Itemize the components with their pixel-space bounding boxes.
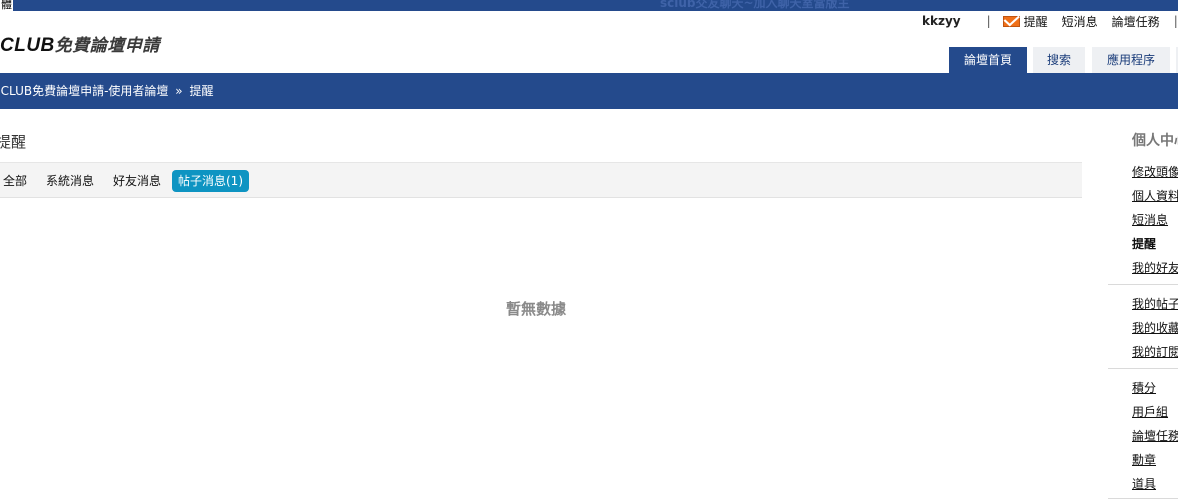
breadcrumb-root[interactable]: SCLUB免費論壇申請-使用者論壇	[0, 84, 168, 98]
tab-apps[interactable]: 應用程序	[1092, 47, 1170, 73]
sidebar-item-avatar[interactable]: 修改頭像	[1132, 163, 1178, 180]
page-title: 提醒	[0, 133, 27, 151]
site-logo[interactable]: CLUB免費論壇申請	[0, 31, 160, 57]
nav-separator: |	[1173, 14, 1178, 28]
username-link[interactable]: kkzyy	[922, 14, 961, 28]
sidebar-item-credits[interactable]: 積分	[1132, 379, 1156, 396]
filter-system[interactable]: 系統消息	[46, 170, 94, 192]
breadcrumb-arrow: »	[175, 84, 183, 98]
user-nav: kkzyy | 提醒 短消息 論壇任務 |	[922, 12, 1178, 30]
filter-all[interactable]: 全部	[3, 170, 27, 192]
sidebar-item-friends[interactable]: 我的好友	[1132, 259, 1178, 276]
sidebar-item-posts[interactable]: 我的帖子	[1132, 295, 1178, 312]
sidebar-divider	[1108, 368, 1178, 369]
sidebar-item-tasks[interactable]: 論壇任務	[1132, 427, 1178, 444]
filter-friend[interactable]: 好友消息	[113, 170, 161, 192]
filter-tabs: 全部 系統消息 好友消息 帖子消息(1)	[0, 162, 1082, 198]
logo-brand: CLUB	[0, 35, 55, 56]
remind-label: 提醒	[1023, 14, 1048, 29]
tab-forum-home[interactable]: 論壇首頁	[949, 47, 1027, 73]
sidebar-item-usergroup[interactable]: 用戶組	[1132, 403, 1168, 420]
announcement-marquee[interactable]: sclub交友聊天~加入聊天室當版主	[660, 0, 850, 10]
nav-separator: |	[986, 14, 991, 28]
top-strip-text: 體	[0, 0, 13, 11]
sidebar-item-pm[interactable]: 短消息	[1132, 211, 1168, 228]
sidebar-item-subscriptions[interactable]: 我的訂閱	[1132, 343, 1178, 360]
sidebar-divider	[1108, 498, 1178, 499]
breadcrumb-current: 提醒	[189, 84, 214, 98]
sidebar-item-props[interactable]: 道具	[1132, 475, 1156, 492]
breadcrumb: SCLUB免費論壇申請-使用者論壇 » 提醒	[0, 73, 1178, 109]
tasks-link[interactable]: 論壇任務	[1112, 13, 1160, 30]
pm-link[interactable]: 短消息	[1062, 13, 1098, 30]
tab-search[interactable]: 搜索	[1033, 47, 1085, 73]
sidebar-item-medals[interactable]: 勳章	[1132, 451, 1156, 468]
sidebar-item-remind[interactable]: 提醒	[1132, 235, 1156, 252]
logo-text: 免費論壇申請	[54, 36, 160, 56]
sidebar-divider	[1108, 284, 1178, 285]
mail-icon	[1002, 15, 1020, 27]
sidebar-item-favorites[interactable]: 我的收藏	[1132, 319, 1178, 336]
top-strip: 體 sclub交友聊天~加入聊天室當版主	[0, 0, 1178, 11]
sidebar-title: 個人中心	[1132, 133, 1178, 149]
sidebar-item-profile[interactable]: 個人資料	[1132, 187, 1178, 204]
remind-link[interactable]: 提醒	[1002, 13, 1048, 30]
empty-state: 暫無數據	[505, 300, 566, 318]
filter-post[interactable]: 帖子消息(1)	[172, 170, 249, 192]
